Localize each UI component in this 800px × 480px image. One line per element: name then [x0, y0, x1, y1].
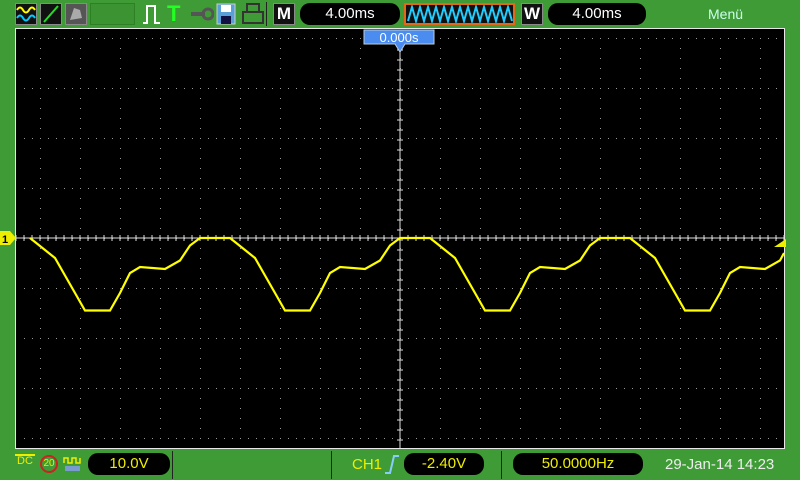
- graticule: [15, 38, 785, 448]
- trigger-position-label: 0.000s: [379, 30, 419, 45]
- trigger-position-marker: 0.000s: [363, 29, 435, 53]
- channel1-marker-label: 1: [2, 234, 8, 246]
- bw-limit-indicator[interactable]: 20: [40, 455, 58, 473]
- channel1-marker: 1: [0, 231, 16, 246]
- coupling-indicator[interactable]: DC: [15, 454, 35, 467]
- invert-icon: [63, 455, 83, 478]
- date-time: 29-Jan-14 14:23: [665, 456, 775, 473]
- display-overlay: 0.000s 1: [0, 29, 786, 448]
- ch1-trace: [29, 236, 785, 312]
- trigger-level[interactable]: -2.40V: [404, 453, 484, 475]
- rising-edge-icon: [384, 454, 400, 479]
- trigger-source[interactable]: CH1: [352, 456, 382, 473]
- volts-per-div[interactable]: 10.0V: [88, 453, 170, 475]
- frequency-readout: 50.0000Hz: [513, 453, 643, 475]
